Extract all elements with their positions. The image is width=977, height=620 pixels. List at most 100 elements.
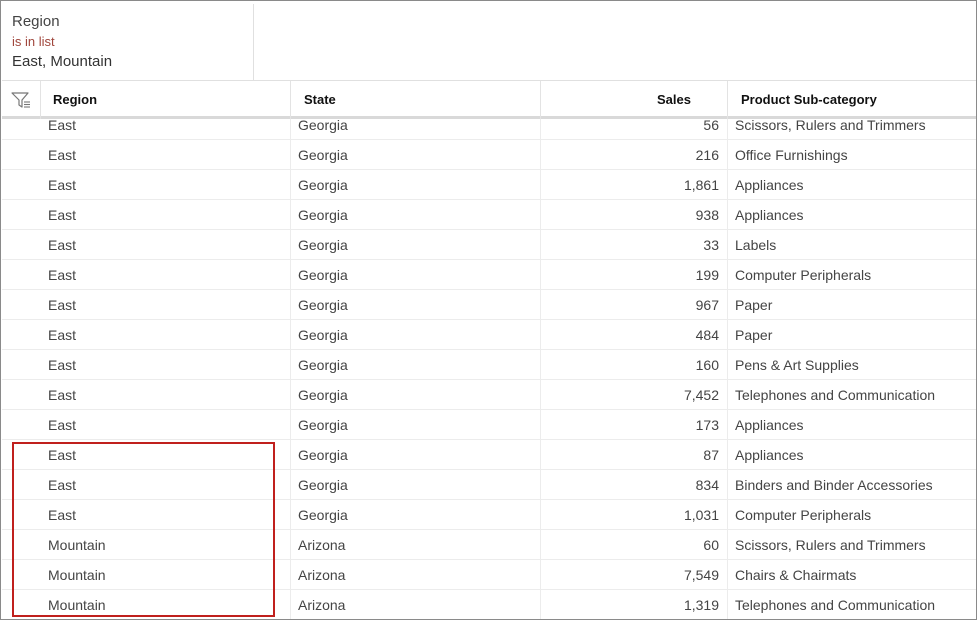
cell-state: Georgia xyxy=(298,267,348,283)
table-row[interactable]: East Georgia 967 Paper xyxy=(2,290,976,320)
table-rows: East Georgia 56 Scissors, Rulers and Trimme… xyxy=(2,119,976,619)
cell-state: Georgia xyxy=(298,177,348,193)
table-row[interactable]: East Georgia 834 Binders and Binder Accesso… xyxy=(2,470,976,500)
cell-region: East xyxy=(48,507,77,523)
cell-product-sub-category: Scissors, Rulers and Trimmers xyxy=(735,119,926,133)
cell-region: East xyxy=(48,267,77,283)
cell-sales: 967 xyxy=(695,297,719,313)
table-row[interactable]: Mountain Arizona 60 Scissors, Rulers and Tr… xyxy=(2,530,976,560)
table-row[interactable]: Mountain Arizona 7,549 Chairs & Chairmats xyxy=(2,560,976,590)
cell-state: Georgia xyxy=(298,297,348,313)
cell-state: Georgia xyxy=(298,237,348,253)
cell-product-sub-category: Appliances xyxy=(735,417,804,433)
data-table: Region State Sales Product Sub-category … xyxy=(2,81,976,619)
cell-product-sub-category: Appliances xyxy=(735,447,804,463)
cell-region: Mountain xyxy=(48,597,106,613)
cell-product-sub-category: Appliances xyxy=(735,207,804,223)
column-header-sales[interactable]: Sales xyxy=(541,81,728,119)
filter-values: East, Mountain xyxy=(12,53,113,70)
cell-product-sub-category: Chairs & Chairmats xyxy=(735,567,857,583)
cell-sales: 1,861 xyxy=(683,177,719,193)
region-filter-card[interactable]: Region is in list East, Mountain xyxy=(2,4,254,80)
cell-product-sub-category: Computer Peripherals xyxy=(735,507,872,523)
column-divider xyxy=(290,119,291,619)
cell-state: Georgia xyxy=(298,327,348,343)
cell-product-sub-category: Paper xyxy=(735,297,773,313)
cell-sales: 1,031 xyxy=(683,507,719,523)
cell-product-sub-category: Scissors, Rulers and Trimmers xyxy=(735,537,926,553)
filter-operator: is in list xyxy=(12,34,55,49)
cell-region: East xyxy=(48,357,77,373)
cell-sales: 7,452 xyxy=(683,387,719,403)
cell-sales: 199 xyxy=(695,267,719,283)
cell-region: East xyxy=(48,147,77,163)
cell-sales: 834 xyxy=(695,477,719,493)
table-row[interactable]: East Georgia 87 Appliances xyxy=(2,440,976,470)
cell-product-sub-category: Pens & Art Supplies xyxy=(735,357,859,373)
cell-region: East xyxy=(48,387,77,403)
table-row[interactable]: East Georgia 1,861 Appliances xyxy=(2,170,976,200)
cell-state: Georgia xyxy=(298,357,348,373)
cell-state: Arizona xyxy=(298,537,346,553)
cell-state: Georgia xyxy=(298,207,348,223)
table-row[interactable]: East Georgia 484 Paper xyxy=(2,320,976,350)
cell-sales: 216 xyxy=(695,147,719,163)
column-header-state[interactable]: State xyxy=(291,81,541,119)
cell-state: Georgia xyxy=(298,387,348,403)
cell-region: East xyxy=(48,119,77,133)
cell-product-sub-category: Computer Peripherals xyxy=(735,267,872,283)
cell-region: East xyxy=(48,237,77,253)
table-row[interactable]: East Georgia 33 Labels xyxy=(2,230,976,260)
cell-state: Georgia xyxy=(298,119,348,133)
table-row[interactable]: East Georgia 938 Appliances xyxy=(2,200,976,230)
table-row[interactable]: East Georgia 199 Computer Peripherals xyxy=(2,260,976,290)
column-divider xyxy=(540,119,541,619)
cell-sales: 160 xyxy=(695,357,719,373)
cell-region: East xyxy=(48,327,77,343)
cell-sales: 1,319 xyxy=(683,597,719,613)
cell-state: Georgia xyxy=(298,447,348,463)
table-row[interactable]: East Georgia 160 Pens & Art Supplies xyxy=(2,350,976,380)
cell-region: East xyxy=(48,417,77,433)
cell-region: East xyxy=(48,477,77,493)
cell-sales: 87 xyxy=(703,447,719,463)
cell-product-sub-category: Telephones and Communication xyxy=(735,597,936,613)
cell-state: Georgia xyxy=(298,477,348,493)
cell-region: Mountain xyxy=(48,537,106,553)
cell-state: Georgia xyxy=(298,507,348,523)
funnel-icon xyxy=(11,92,30,108)
table-row[interactable]: East Georgia 7,452 Telephones and Communica… xyxy=(2,380,976,410)
column-divider xyxy=(727,119,728,619)
cell-region: Mountain xyxy=(48,567,106,583)
filter-field-label: Region xyxy=(12,13,60,30)
cell-sales: 60 xyxy=(703,537,719,553)
column-header-product-sub-category[interactable]: Product Sub-category xyxy=(728,81,976,119)
table-header: Region State Sales Product Sub-category xyxy=(2,81,976,119)
cell-product-sub-category: Binders and Binder Accessories xyxy=(735,477,933,493)
cell-region: East xyxy=(48,447,77,463)
table-row[interactable]: East Georgia 56 Scissors, Rulers and Trimme… xyxy=(2,119,976,140)
column-filter-button[interactable] xyxy=(2,81,41,119)
table-row[interactable]: Mountain Arizona 1,319 Telephones and Commu… xyxy=(2,590,976,619)
table-body: East Georgia 56 Scissors, Rulers and Trimme… xyxy=(2,119,976,619)
report-frame: Region is in list East, Mountain Region … xyxy=(0,0,977,620)
cell-region: East xyxy=(48,177,77,193)
cell-sales: 484 xyxy=(695,327,719,343)
table-row[interactable]: East Georgia 173 Appliances xyxy=(2,410,976,440)
column-header-region[interactable]: Region xyxy=(41,81,291,119)
cell-sales: 173 xyxy=(695,417,719,433)
cell-state: Georgia xyxy=(298,147,348,163)
cell-state: Arizona xyxy=(298,567,346,583)
cell-state: Georgia xyxy=(298,417,348,433)
cell-sales: 33 xyxy=(703,237,719,253)
cell-region: East xyxy=(48,207,77,223)
cell-region: East xyxy=(48,297,77,313)
cell-product-sub-category: Office Furnishings xyxy=(735,147,848,163)
table-row[interactable]: East Georgia 1,031 Computer Peripherals xyxy=(2,500,976,530)
cell-product-sub-category: Labels xyxy=(735,237,777,253)
cell-product-sub-category: Paper xyxy=(735,327,773,343)
cell-state: Arizona xyxy=(298,597,346,613)
table-row[interactable]: East Georgia 216 Office Furnishings xyxy=(2,140,976,170)
cell-sales: 938 xyxy=(695,207,719,223)
cell-product-sub-category: Telephones and Communication xyxy=(735,387,936,403)
